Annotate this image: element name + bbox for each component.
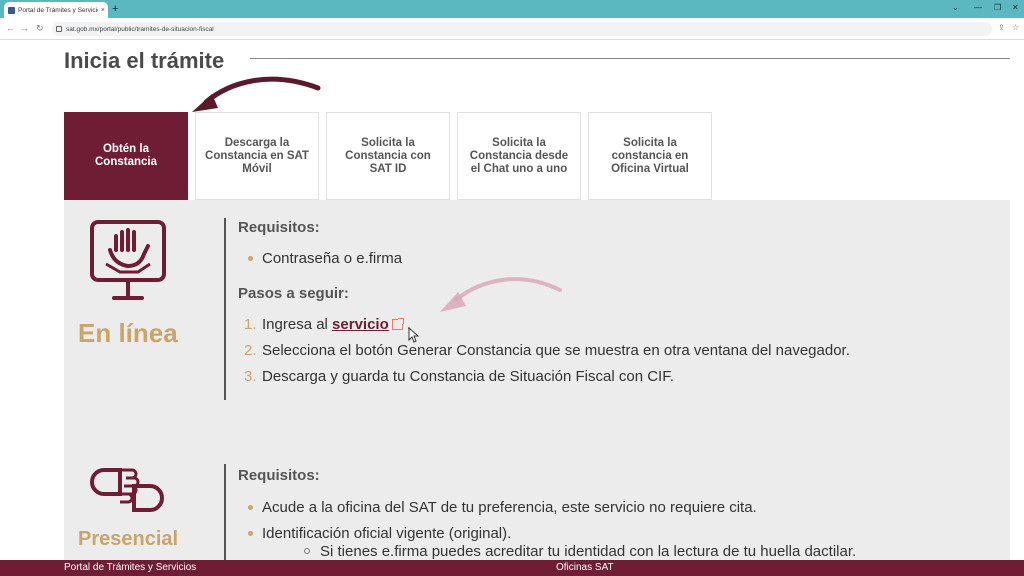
tab-close-icon[interactable]: × xyxy=(101,7,108,14)
favicon-icon xyxy=(8,6,15,14)
tab-search-icon[interactable]: ⌄ xyxy=(952,2,959,14)
presencial-divider xyxy=(224,464,226,560)
url-text: sat.gob.mx/portal/public/tramites-de-sit… xyxy=(66,25,214,33)
online-divider xyxy=(224,218,226,400)
step-item: 1. Ingresa al servicio . xyxy=(244,316,412,333)
presencial-requirements-heading: Requisitos: xyxy=(238,467,320,484)
requirement-text: Identificación oficial vigente (original… xyxy=(262,525,512,542)
tab-sat-id[interactable]: Solicita la Constancia con SAT ID xyxy=(326,112,450,200)
sub-requirement-text: Si tienes e.firma puedes acreditar tu id… xyxy=(320,543,857,560)
step-item: 2. Selecciona el botón Generar Constanci… xyxy=(244,342,850,359)
bookmark-icon[interactable]: ☆ xyxy=(1012,23,1019,32)
step-number: 3. xyxy=(244,368,257,385)
servicio-link[interactable]: servicio xyxy=(332,316,389,333)
reload-icon[interactable]: ↻ xyxy=(36,22,44,34)
online-hand-monitor-icon xyxy=(90,220,166,300)
footer-bar: Portal de Trámites y Servicios Oficinas … xyxy=(0,560,1024,576)
step-text: Selecciona el botón Generar Constancia q… xyxy=(262,342,850,359)
minimize-icon[interactable]: — xyxy=(974,2,982,14)
tab-oficina-virtual[interactable]: Solicita la constancia en Oficina Virtua… xyxy=(588,112,712,200)
bullet-icon xyxy=(248,256,253,261)
section-title-online: En línea xyxy=(78,318,178,348)
tab-obten-constancia[interactable]: Obtén la Constancia xyxy=(64,112,188,200)
list-item: Acude a la oficina del SAT de tu prefere… xyxy=(248,499,757,516)
close-window-icon[interactable]: ✕ xyxy=(1012,2,1019,14)
back-icon[interactable]: ← xyxy=(6,22,15,34)
step-item: 3. Descarga y guarda tu Constancia de Si… xyxy=(244,368,674,385)
list-item: Identificación oficial vigente (original… xyxy=(248,525,512,542)
step-number: 1. xyxy=(244,316,257,333)
requirement-text: Contraseña o e.firma xyxy=(262,250,403,267)
step-text: Ingresa al xyxy=(262,316,333,333)
maximize-icon[interactable]: ❐ xyxy=(994,2,1001,14)
tab-chat[interactable]: Solicita la Constancia desde el Chat uno… xyxy=(457,112,581,200)
footer-link-portal[interactable]: Portal de Trámites y Servicios xyxy=(64,562,196,573)
tab-sat-movil[interactable]: Descarga la Constancia en SAT Móvil xyxy=(195,112,319,200)
forward-icon[interactable]: → xyxy=(20,22,29,34)
online-requirements-heading: Requisitos: xyxy=(238,219,320,236)
sub-list-item: Si tienes e.firma puedes acreditar tu id… xyxy=(304,543,857,560)
tab-content-panel: En línea Requisitos: Contraseña o e.firm… xyxy=(64,200,1010,560)
arrow-head-tabs xyxy=(192,94,218,112)
sub-bullet-icon xyxy=(304,548,310,554)
browser-titlebar: Portal de Trámites y Servicios × + ⌄ — ❐… xyxy=(0,0,1024,18)
step-text: Descarga y guarda tu Constancia de Situa… xyxy=(262,368,674,385)
step-text-end: . xyxy=(402,316,412,333)
step-number: 2. xyxy=(244,342,257,359)
tab-title: Portal de Trámites y Servicios xyxy=(18,6,98,14)
address-bar: ← → ↻ sat.gob.mx/portal/public/tramites-… xyxy=(0,18,1024,40)
page-title: Inicia el trámite xyxy=(64,48,225,73)
share-icon[interactable]: ⇪ xyxy=(998,23,1005,32)
browser-tab[interactable]: Portal de Trámites y Servicios × xyxy=(4,2,108,18)
footer-link-oficinas[interactable]: Oficinas SAT xyxy=(556,562,614,573)
new-tab-button[interactable]: + xyxy=(112,2,118,16)
title-divider xyxy=(250,58,1010,59)
lock-icon xyxy=(56,26,62,32)
presencial-handshake-icon xyxy=(90,468,164,512)
list-item: Contraseña o e.firma xyxy=(248,250,403,267)
requirement-text: Acude a la oficina del SAT de tu prefere… xyxy=(262,499,757,516)
bullet-icon xyxy=(248,531,253,536)
bullet-icon xyxy=(248,505,253,510)
external-link-icon[interactable] xyxy=(391,318,404,330)
online-steps-heading: Pasos a seguir: xyxy=(238,285,349,302)
section-title-presencial: Presencial xyxy=(78,528,179,550)
url-input[interactable]: sat.gob.mx/portal/public/tramites-de-sit… xyxy=(52,22,992,36)
